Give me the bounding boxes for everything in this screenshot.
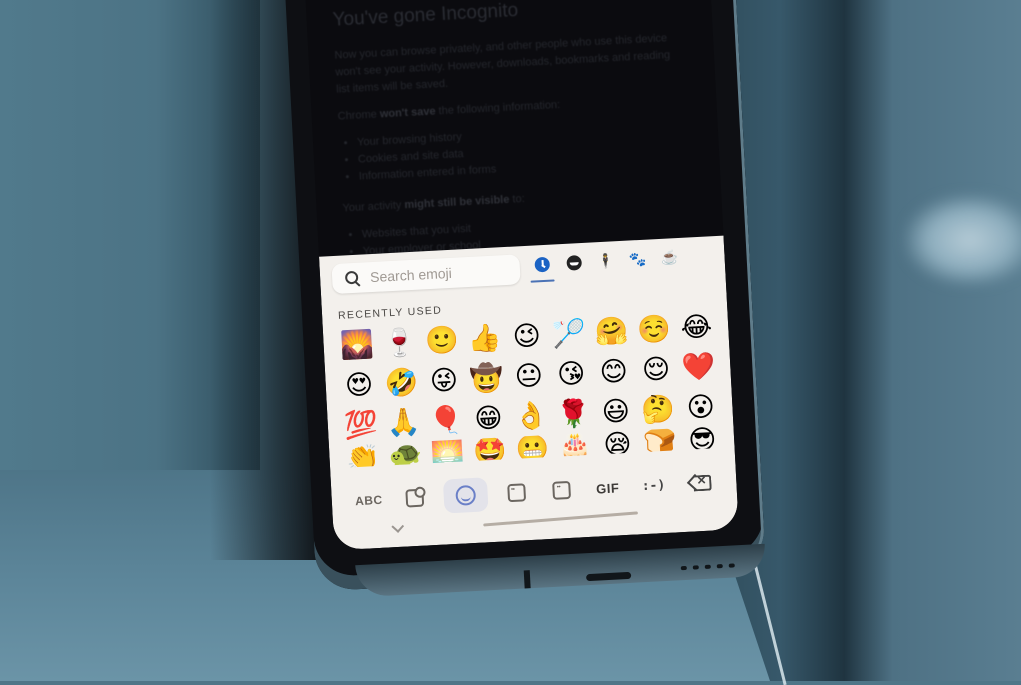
emoji-key[interactable]: 🤠 — [464, 357, 509, 399]
sticker-search-icon — [405, 488, 425, 508]
backspace-icon — [686, 473, 712, 492]
emoji-key[interactable]: 👌 — [509, 395, 554, 437]
emoji-key[interactable]: 🌹 — [551, 393, 596, 435]
emoji-key[interactable]: 👍 — [462, 317, 507, 359]
emoji-key[interactable]: 🐢 — [383, 441, 427, 465]
emoji-key[interactable]: 🌅 — [426, 439, 470, 463]
smiley-icon — [565, 254, 582, 271]
sticker-button[interactable] — [544, 473, 580, 509]
emoji-icon — [454, 484, 476, 506]
tab-animals[interactable]: 🐾 — [627, 248, 648, 271]
emoji-key[interactable]: ☺️ — [632, 308, 677, 350]
emoji-keyboard: 🕴 🐾 ☕ RECENTLY USED 🌄 🍷 🙂 👍 😉 🏸 🤗 ☺️ 😂 😍… — [319, 235, 739, 551]
emoji-key[interactable]: 😪 — [596, 430, 640, 454]
gesture-home-bar[interactable] — [483, 511, 638, 527]
emoji-key[interactable]: 🍷 — [377, 322, 422, 364]
emoji-key[interactable]: 😮 — [678, 386, 723, 428]
emoji-key[interactable]: 🎈 — [424, 399, 469, 441]
emoji-key[interactable]: 🤣 — [379, 362, 424, 404]
incognito-intro: Now you can browse privately, and other … — [334, 32, 671, 96]
emoji-tab-button[interactable] — [442, 477, 489, 514]
keyboard-header: 🕴 🐾 ☕ — [331, 244, 725, 301]
emoji-key[interactable]: 🤔 — [636, 388, 681, 430]
person-icon: 🕴 — [596, 251, 615, 269]
tab-recent[interactable] — [531, 253, 552, 276]
phone: You've gone Incognito Now you can browse… — [284, 0, 767, 598]
emoji-key[interactable]: 😐 — [507, 355, 552, 397]
tab-smileys[interactable] — [563, 251, 584, 274]
visible-bold: might still be visible — [404, 193, 510, 212]
background-glare — [905, 195, 1021, 285]
emoji-key[interactable]: 😊 — [591, 350, 636, 392]
emoji-grid: 🌄 🍷 🙂 👍 😉 🏸 🤗 ☺️ 😂 😍 🤣 😜 🤠 😐 😘 😊 😌 ❤️ 💯 … — [335, 306, 726, 446]
emoji-key[interactable]: 🤩 — [468, 437, 512, 461]
emoji-key[interactable]: 😜 — [422, 359, 467, 401]
clock-icon — [533, 256, 550, 272]
emoji-key[interactable]: 🎂 — [553, 433, 597, 457]
sticker-search-button[interactable] — [397, 480, 433, 516]
hide-keyboard-chevron-icon[interactable] — [391, 520, 405, 533]
tab-food[interactable]: ☕ — [659, 246, 680, 269]
emoji-key[interactable]: 😬 — [511, 435, 555, 459]
usb-port — [586, 571, 632, 582]
wont-save-suffix: the following information: — [435, 98, 561, 118]
gif-button[interactable]: GIF — [590, 470, 626, 506]
emoji-key[interactable]: 😂 — [674, 306, 719, 348]
emoji-key[interactable]: 🤗 — [589, 310, 634, 352]
emoji-key[interactable]: ❤️ — [676, 346, 721, 388]
wont-save-list: Your browsing history Cookies and site d… — [339, 117, 691, 186]
abc-button[interactable]: ABC — [351, 483, 387, 519]
bitmoji-button[interactable] — [498, 475, 534, 511]
wont-save-prefix: Chrome — [337, 108, 381, 123]
phone-screen: You've gone Incognito Now you can browse… — [304, 0, 739, 551]
backspace-button[interactable] — [681, 465, 717, 501]
frame-seam — [523, 570, 531, 589]
emoji-key[interactable]: 🏸 — [547, 313, 592, 355]
emoji-key[interactable]: 🍞 — [638, 428, 682, 452]
visible-prefix: Your activity — [342, 199, 405, 215]
emoji-key[interactable]: 😉 — [504, 315, 549, 357]
emoji-key[interactable]: 😌 — [634, 348, 679, 390]
emoticon-button[interactable]: :-) — [636, 468, 672, 504]
emoji-category-tabs: 🕴 🐾 ☕ — [531, 246, 680, 276]
emoji-key[interactable]: 💯 — [339, 404, 384, 446]
section-label-recently-used: RECENTLY USED — [337, 304, 443, 322]
emoji-key[interactable]: 😁 — [466, 397, 511, 439]
emoji-key[interactable]: 😘 — [549, 353, 594, 395]
emoji-key[interactable]: 🙂 — [420, 319, 465, 361]
emoji-key[interactable]: 🙏 — [381, 401, 426, 443]
incognito-title: You've gone Incognito — [332, 0, 519, 31]
emoji-key[interactable]: 🌄 — [335, 324, 380, 366]
emoji-key[interactable]: 😍 — [337, 364, 382, 406]
speaker-grille — [680, 563, 735, 571]
emoji-key[interactable]: 😃 — [594, 390, 639, 432]
bitmoji-icon — [506, 483, 526, 503]
cup-icon: ☕ — [660, 248, 679, 266]
search-icon — [344, 270, 361, 287]
emoji-key[interactable]: 😎 — [680, 426, 724, 450]
animal-icon: 🐾 — [628, 250, 647, 268]
incognito-page: You've gone Incognito Now you can browse… — [332, 0, 695, 275]
wont-save-bold: won't save — [379, 105, 436, 121]
tab-people[interactable]: 🕴 — [595, 249, 616, 272]
emoji-search-box[interactable] — [331, 254, 521, 295]
visible-suffix: to: — [509, 192, 525, 206]
emoji-key[interactable]: 👏 — [341, 444, 385, 468]
emoji-search-input[interactable] — [369, 262, 501, 286]
sticker-icon — [552, 480, 572, 500]
